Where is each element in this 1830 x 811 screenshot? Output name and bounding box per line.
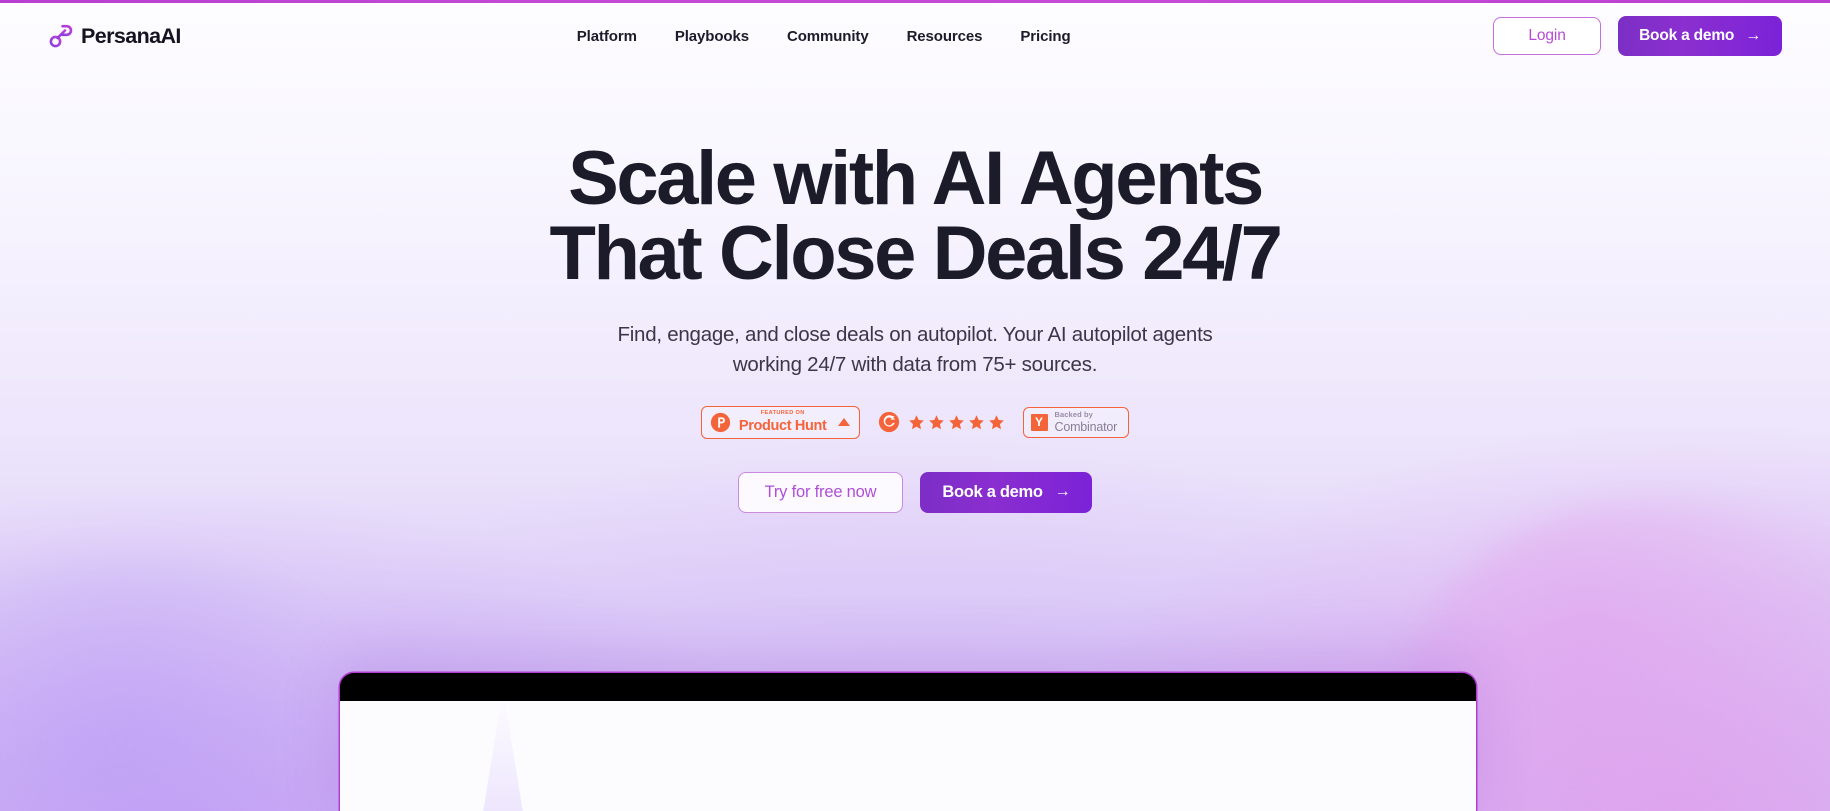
product-hunt-badge[interactable]: FEATURED ON Product Hunt [700, 405, 860, 439]
star-icon [928, 414, 944, 429]
product-hunt-icon [710, 412, 730, 432]
star-icon [988, 414, 1004, 429]
hero-title-line-2: That Close Deals 24/7 [549, 211, 1282, 297]
nav-link-resources[interactable]: Resources [907, 28, 983, 45]
nav-links: Platform Playbooks Community Resources P… [577, 28, 1071, 45]
screen-light-streak [480, 701, 526, 811]
cta-row: Try for free now Book a demo → [0, 471, 1830, 513]
hero-page: PersanaAI Platform Playbooks Community R… [0, 0, 1830, 811]
star-icon [908, 414, 924, 429]
g2-rating-badge[interactable] [878, 411, 1005, 433]
page-title: Scale with AI Agents That Close Deals 24… [0, 136, 1830, 297]
product-hunt-text: FEATURED ON Product Hunt [739, 411, 827, 433]
nav-actions: Login Book a demo → [1493, 16, 1782, 56]
hero-subtitle: Find, engage, and close deals on autopil… [0, 320, 1830, 378]
triangle-up-icon [837, 418, 850, 427]
mockup-screen [340, 701, 1476, 811]
hero-section: Scale with AI Agents That Close Deals 24… [0, 69, 1830, 513]
star-icon [948, 414, 964, 429]
y-combinator-kicker: Backed by [1054, 410, 1093, 420]
g2-icon [878, 412, 899, 433]
social-proof-badges: FEATURED ON Product Hunt Y Backed by Com… [0, 405, 1830, 439]
y-combinator-badge[interactable]: Y Backed by Combinator [1022, 406, 1130, 438]
book-demo-button-nav[interactable]: Book a demo → [1618, 16, 1782, 56]
product-screenshot-mockup [340, 673, 1476, 811]
y-combinator-name: Combinator [1054, 419, 1118, 434]
nav-link-pricing[interactable]: Pricing [1020, 28, 1070, 45]
book-demo-label-nav: Book a demo [1639, 27, 1735, 44]
y-combinator-text: Backed by Combinator [1055, 411, 1118, 433]
hero-subtitle-line-1: Find, engage, and close deals on autopil… [617, 323, 1213, 347]
nav-link-platform[interactable]: Platform [577, 28, 637, 45]
persana-loop-logo-icon [49, 24, 73, 48]
book-demo-button-hero[interactable]: Book a demo → [920, 471, 1093, 513]
login-button[interactable]: Login [1493, 17, 1602, 55]
g2-stars [908, 414, 1005, 431]
book-demo-label-hero: Book a demo [942, 482, 1043, 501]
hero-title-line-1: Scale with AI Agents [568, 136, 1264, 221]
background-blob-left [0, 551, 380, 811]
nav-link-playbooks[interactable]: Playbooks [675, 28, 749, 45]
arrow-right-icon: → [1745, 27, 1761, 44]
brand-logo[interactable]: PersanaAI [48, 23, 181, 49]
try-for-free-button[interactable]: Try for free now [737, 471, 904, 513]
hero-subtitle-line-2: working 24/7 with data from 75+ sources. [732, 352, 1098, 376]
nav-link-community[interactable]: Community [787, 28, 869, 45]
star-icon [968, 414, 984, 429]
top-navigation-bar: PersanaAI Platform Playbooks Community R… [0, 3, 1830, 69]
product-hunt-kicker: FEATURED ON [760, 410, 805, 417]
arrow-right-icon: → [1054, 483, 1071, 501]
product-hunt-name: Product Hunt [738, 417, 827, 434]
brand-name: PersanaAI [81, 23, 181, 48]
y-combinator-mark-icon: Y [1030, 413, 1048, 431]
